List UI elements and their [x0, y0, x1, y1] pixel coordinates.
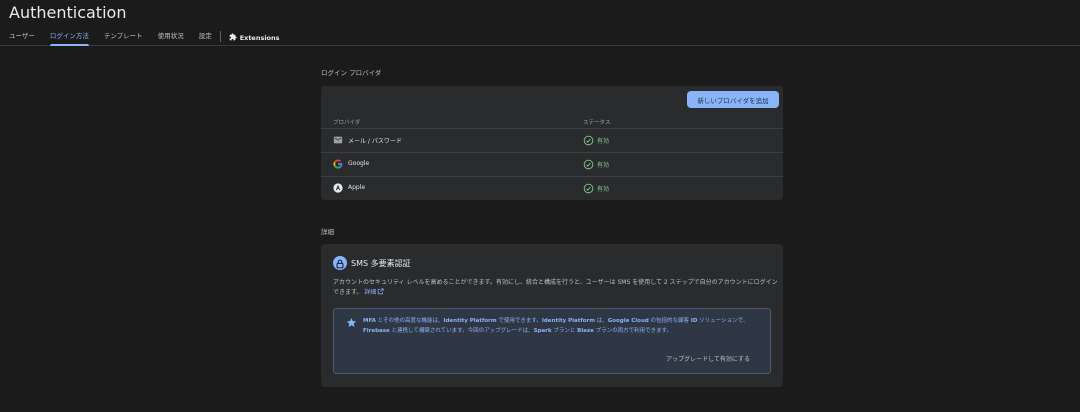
tab-templates[interactable]: テンプレート	[104, 30, 143, 46]
page-title: Authentication	[9, 3, 127, 22]
check-circle-icon	[583, 183, 594, 194]
providers-card: 新しいプロバイダを追加 プロバイダ ステータス メール / パスワード 有効 G…	[321, 86, 783, 200]
provider-name: メール / パスワード	[348, 138, 402, 145]
external-link-icon	[378, 288, 384, 295]
table-row[interactable]: メール / パスワード 有効	[321, 128, 783, 152]
provider-name: Google	[348, 160, 370, 167]
table-row[interactable]: Apple 有効	[321, 176, 783, 200]
tab-divider	[219, 30, 221, 42]
identity-platform-info-text: MFA とその他の高度な機能は、Identity Platform で使用できま…	[363, 318, 749, 334]
tab-sign-in-method[interactable]: ログイン方法	[49, 30, 89, 46]
apple-icon	[333, 183, 343, 193]
add-provider-button[interactable]: 新しいプロバイダを追加	[687, 91, 779, 108]
tab-extensions[interactable]: Extensions	[229, 30, 280, 46]
upgrade-button[interactable]: アップグレードして有効にする	[666, 354, 750, 363]
table-row[interactable]: Google 有効	[321, 152, 783, 176]
provider-status: 有効	[597, 186, 610, 193]
google-icon	[333, 159, 343, 169]
tab-extensions-label: Extensions	[239, 34, 280, 42]
tab-usage[interactable]: 使用状況	[158, 30, 184, 46]
sms-mfa-description: アカウントのセキュリティ レベルを高めることができます。有効にし、統合と構成を行…	[333, 278, 781, 298]
identity-platform-info-box: MFA とその他の高度な機能は、Identity Platform で使用できま…	[333, 308, 771, 374]
star-icon	[346, 317, 357, 327]
column-header-status: ステータス	[583, 120, 611, 126]
mail-icon	[333, 136, 343, 144]
check-circle-icon	[583, 159, 594, 170]
column-header-provider: プロバイダ	[333, 120, 361, 126]
sms-mfa-title: SMS 多要素認証	[351, 259, 411, 268]
learn-more-link[interactable]: 詳細	[364, 288, 384, 296]
provider-name: Apple	[348, 184, 366, 191]
details-section-label: 詳細	[321, 228, 334, 236]
sms-mfa-card: SMS 多要素認証 アカウントのセキュリティ レベルを高めることができます。有効…	[321, 244, 783, 387]
lock-icon	[333, 256, 347, 270]
sms-mfa-description-text: アカウントのセキュリティ レベルを高めることができます。有効にし、統合と構成を行…	[333, 279, 778, 296]
tab-users[interactable]: ユーザー	[9, 30, 35, 46]
check-circle-icon	[583, 135, 594, 146]
provider-status: 有効	[597, 162, 610, 169]
provider-status: 有効	[597, 138, 610, 145]
page-header: Authentication ユーザー ログイン方法 テンプレート 使用状況 設…	[0, 0, 1080, 46]
providers-section-label: ログイン プロバイダ	[321, 69, 382, 77]
tab-bar: ユーザー ログイン方法 テンプレート 使用状況 設定 Extensions	[9, 30, 280, 46]
puzzle-icon	[229, 32, 237, 40]
tab-settings[interactable]: 設定	[199, 30, 212, 46]
